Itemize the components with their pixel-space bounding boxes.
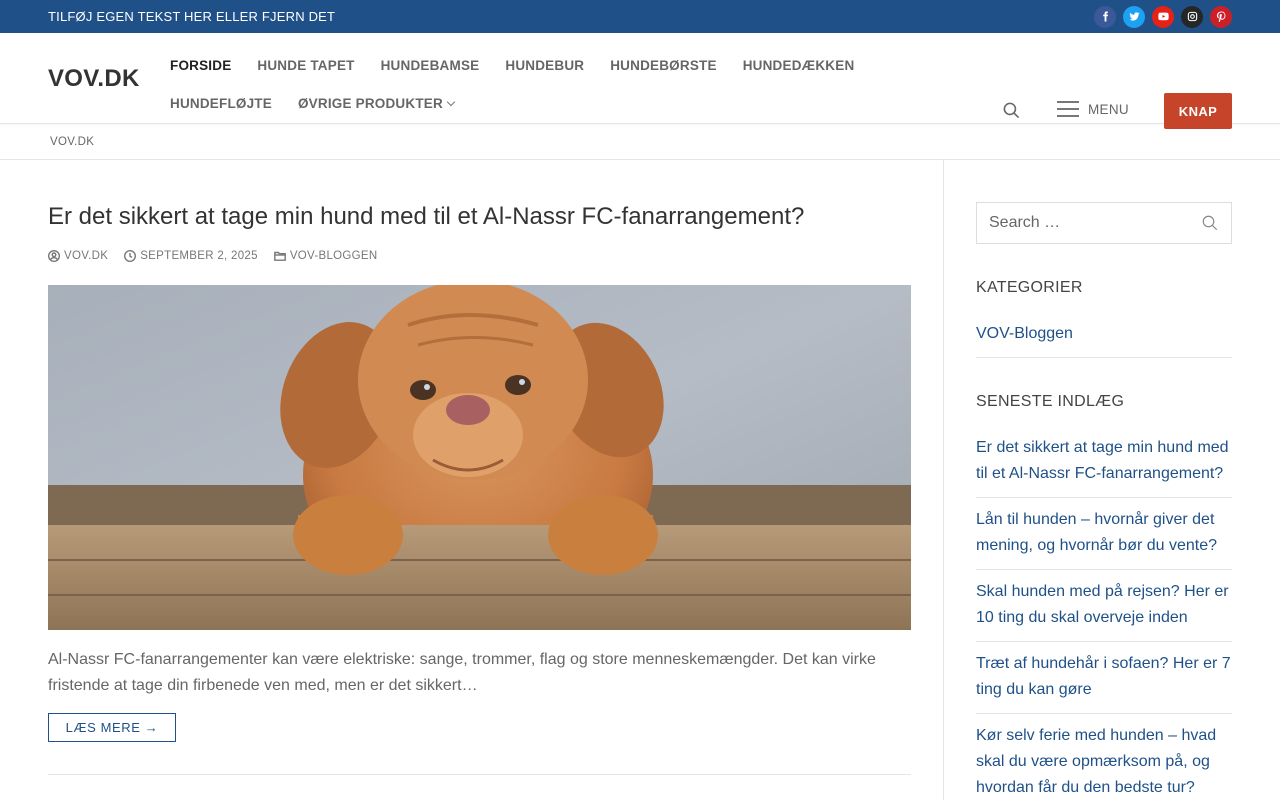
category-link[interactable]: VOV-Bloggen <box>976 321 1232 347</box>
divider <box>976 357 1232 358</box>
recent-post-link[interactable]: Lån til hunden – hvornår giver det menin… <box>976 507 1232 559</box>
site-header: VOV.DK FORSIDE HUNDE TAPET HUNDEBAMSE HU… <box>0 33 1280 129</box>
recent-post-link[interactable]: Skal hunden med på rejsen? Her er 10 tin… <box>976 579 1232 631</box>
post-meta: VOV.DK SEPTEMBER 2, 2025 VOV-BLOGGEN <box>48 250 377 262</box>
read-more-button[interactable]: LÆS MERE → <box>48 713 176 742</box>
post-author-label: VOV.DK <box>64 250 109 262</box>
puppy-in-crate-image <box>48 285 911 630</box>
knap-button[interactable]: KNAP <box>1164 93 1232 129</box>
chevron-down-icon <box>446 97 456 107</box>
post-category-label: VOV-BLOGGEN <box>289 250 378 262</box>
categories-title: KATEGORIER <box>976 279 1083 296</box>
recent-post-link[interactable]: Er det sikkert at tage min hund med til … <box>976 435 1232 487</box>
recent-posts-title: SENESTE INDLÆG <box>976 393 1125 410</box>
pinterest-icon[interactable] <box>1210 5 1232 28</box>
folder-icon <box>273 251 286 261</box>
nav-item-hundeborste[interactable]: HUNDEBØRSTE <box>597 47 729 85</box>
divider <box>976 569 1232 570</box>
nav-item-hundefloejte[interactable]: HUNDEFLØJTE <box>157 85 285 123</box>
divider <box>976 713 1232 714</box>
sidebar-search <box>976 202 1232 244</box>
menu-button[interactable]: MENU <box>1057 101 1129 117</box>
post-author[interactable]: VOV.DK <box>48 250 108 262</box>
nav-item-hunde-tapet[interactable]: HUNDE TAPET <box>244 47 367 85</box>
hamburger-icon <box>1057 101 1079 117</box>
main-nav: FORSIDE HUNDE TAPET HUNDEBAMSE HUNDEBUR … <box>157 47 987 123</box>
site-logo[interactable]: VOV.DK <box>48 65 140 93</box>
nav-item-hundebamse[interactable]: HUNDEBAMSE <box>368 47 493 85</box>
nav-item-hundebur[interactable]: HUNDEBUR <box>492 47 597 85</box>
search-icon[interactable] <box>1201 214 1219 232</box>
social-links <box>1094 5 1232 28</box>
nav-item-forside[interactable]: FORSIDE <box>157 47 244 85</box>
recent-post-link[interactable]: Kør selv ferie med hunden – hvad skal du… <box>976 723 1232 801</box>
divider <box>976 497 1232 498</box>
nav-item-ovrige-produkter[interactable]: ØVRIGE PRODUKTER <box>285 85 467 123</box>
clock-icon <box>124 250 137 262</box>
menu-label: MENU <box>1088 101 1129 117</box>
topbar-text: TILFØJ EGEN TEKST HER ELLER FJERN DET <box>48 9 336 24</box>
breadcrumb: VOV.DK <box>0 124 1280 160</box>
main-content: Er det sikkert at tage min hund med til … <box>0 160 944 800</box>
facebook-icon[interactable] <box>1094 5 1116 28</box>
featured-image[interactable] <box>48 285 911 630</box>
instagram-icon[interactable] <box>1181 5 1203 28</box>
search-icon[interactable] <box>1002 101 1021 125</box>
post-divider <box>48 774 911 775</box>
post-excerpt: Al-Nassr FC-fanarrangementer kan være el… <box>48 651 876 694</box>
post-category[interactable]: VOV-BLOGGEN <box>273 250 378 262</box>
youtube-icon[interactable] <box>1152 5 1174 28</box>
nav-item-hundedaekken[interactable]: HUNDEDÆKKEN <box>730 47 868 85</box>
recent-post-link[interactable]: Træt af hundehår i sofaen? Her er 7 ting… <box>976 651 1232 703</box>
search-input[interactable] <box>989 214 1201 232</box>
post-date[interactable]: SEPTEMBER 2, 2025 <box>124 250 258 262</box>
user-icon <box>48 250 60 262</box>
breadcrumb-home[interactable]: VOV.DK <box>50 136 94 148</box>
nav-item-label: ØVRIGE PRODUKTER <box>297 96 443 111</box>
post-title[interactable]: Er det sikkert at tage min hund med til … <box>48 203 804 231</box>
post-date-label: SEPTEMBER 2, 2025 <box>140 250 258 262</box>
twitter-icon[interactable] <box>1123 5 1145 28</box>
top-bar: TILFØJ EGEN TEKST HER ELLER FJERN DET <box>0 0 1280 33</box>
divider <box>976 641 1232 642</box>
